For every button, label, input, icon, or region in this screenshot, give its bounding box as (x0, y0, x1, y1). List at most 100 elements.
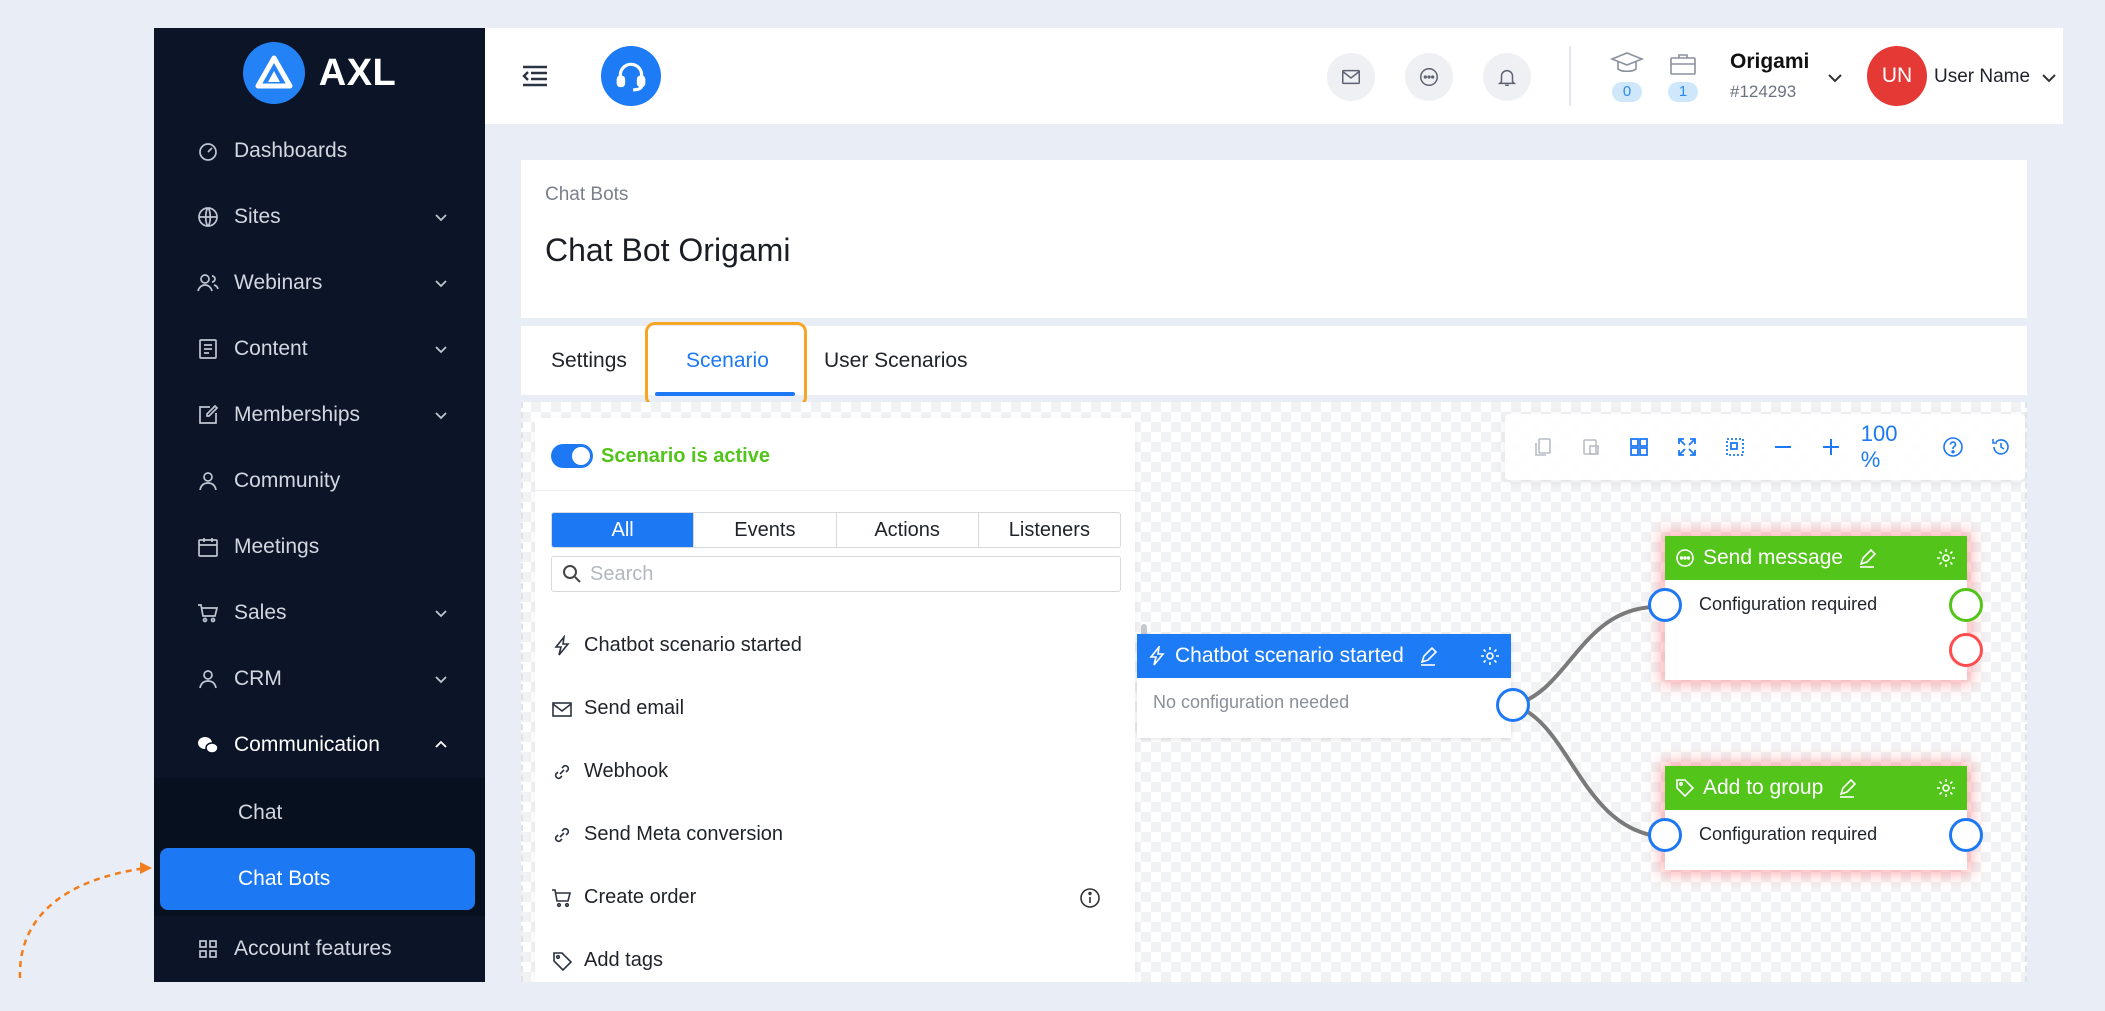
chat-bubble-icon[interactable] (1405, 53, 1453, 101)
sidebar-item-chat-bots[interactable]: Chat Bots (160, 848, 475, 910)
toggle-label: Scenario is active (601, 444, 770, 467)
sidebar-item-sites[interactable]: Sites (154, 184, 485, 250)
tab-settings[interactable]: Settings (551, 326, 627, 396)
breadcrumb[interactable]: Chat Bots (545, 184, 628, 206)
scenario-active-toggle[interactable] (551, 444, 593, 468)
search-input[interactable] (590, 562, 1120, 586)
sidebar-item-label: Content (234, 337, 308, 360)
sidebar-item-community[interactable]: Community (154, 448, 485, 514)
node-header: Add to group (1665, 766, 1967, 810)
history-icon[interactable] (1977, 423, 2025, 471)
edit-icon[interactable] (1857, 548, 1877, 568)
membership-icon (196, 403, 220, 427)
node-output-port[interactable] (1496, 688, 1530, 722)
elements-panel: Scenario is active All Events Actions Li… (535, 418, 1147, 982)
edit-icon[interactable] (1418, 646, 1438, 666)
logo-icon (242, 42, 305, 104)
paste-icon[interactable] (1567, 423, 1615, 471)
filter-listeners[interactable]: Listeners (979, 513, 1120, 547)
search-icon (562, 564, 582, 584)
select-area-icon[interactable] (1711, 423, 1759, 471)
sidebar-item-label: Sites (234, 205, 281, 228)
account-name: Origami (1730, 50, 1810, 73)
connection-line (1512, 703, 1666, 839)
copy-icon[interactable] (1519, 423, 1567, 471)
tab-highlight-outline (645, 322, 807, 407)
filter-events[interactable]: Events (694, 513, 837, 547)
connection-line (1512, 604, 1666, 707)
divider (535, 490, 1135, 491)
avatar[interactable]: UN (1867, 46, 1927, 106)
user-name[interactable]: User Name (1934, 66, 2030, 88)
list-item[interactable]: Chatbot scenario started (551, 614, 1111, 677)
wechat-icon (196, 733, 220, 757)
list-item[interactable]: Send email (551, 677, 1111, 740)
link-icon (551, 761, 573, 783)
zoom-in-icon[interactable] (1807, 423, 1855, 471)
node-failure-port[interactable] (1949, 633, 1983, 667)
chevron-down-icon[interactable] (2039, 68, 2059, 88)
node-success-port[interactable] (1949, 588, 1983, 622)
collapse-menu-icon[interactable] (519, 60, 551, 92)
briefcase-icon (1666, 50, 1700, 78)
node-input-port[interactable] (1648, 818, 1682, 852)
sidebar-item-communication[interactable]: Communication (154, 712, 485, 778)
list-item[interactable]: Create order (551, 866, 1111, 929)
education-stat[interactable]: 0 (1607, 50, 1647, 102)
gear-icon[interactable] (1479, 645, 1501, 667)
scenario-canvas[interactable]: Scenario is active All Events Actions Li… (521, 402, 2027, 982)
node-chatbot-scenario-started[interactable]: Chatbot scenario started No configuratio… (1137, 634, 1511, 738)
account-switcher[interactable]: Origami #124293 (1730, 50, 1809, 102)
sidebar-item-chat[interactable]: Chat (160, 780, 475, 846)
list-item-label: Send email (584, 697, 685, 719)
list-item[interactable]: Add tags (551, 929, 1111, 982)
divider (1569, 46, 1571, 106)
sidebar-item-memberships[interactable]: Memberships (154, 382, 485, 448)
gear-icon[interactable] (1935, 777, 1957, 799)
sidebar-item-label: Meetings (234, 535, 320, 558)
sidebar-item-dashboards[interactable]: Dashboards (154, 118, 485, 184)
list-item-label: Chatbot scenario started (584, 634, 802, 656)
support-headset-button[interactable] (601, 46, 661, 106)
node-body: No configuration needed (1153, 692, 1350, 712)
mail-icon[interactable] (1327, 53, 1375, 101)
sidebar-item-account-features[interactable]: Account features (154, 916, 485, 982)
cases-stat[interactable]: 1 (1663, 50, 1703, 102)
mail-icon (551, 698, 573, 720)
sidebar-item-label: Communication (234, 733, 380, 756)
node-output-port[interactable] (1949, 818, 1983, 852)
node-add-to-group[interactable]: Add to group Configuration required (1665, 766, 1967, 870)
sidebar-item-webinars[interactable]: Webinars (154, 250, 485, 316)
list-item-label: Create order (584, 886, 697, 908)
brand-logo[interactable]: AXL (154, 28, 485, 118)
help-icon[interactable] (1929, 423, 1977, 471)
zoom-level: 100 % (1860, 421, 1898, 472)
fit-screen-icon[interactable] (1663, 423, 1711, 471)
filter-actions[interactable]: Actions (837, 513, 979, 547)
auto-layout-icon[interactable] (1615, 423, 1663, 471)
zoom-out-icon[interactable] (1759, 423, 1807, 471)
sidebar-item-crm[interactable]: CRM (154, 646, 485, 712)
canvas-toolbar: 100 % (1505, 414, 2025, 480)
graduation-cap-icon (1610, 50, 1644, 78)
node-input-port[interactable] (1648, 588, 1682, 622)
education-count-badge: 0 (1612, 82, 1642, 102)
filter-all[interactable]: All (552, 513, 695, 547)
topbar: 0 1 Origami #124293 UN User Name (485, 28, 2063, 124)
list-item[interactable]: Webhook (551, 740, 1111, 803)
community-icon (196, 469, 220, 493)
tab-user-scenarios[interactable]: User Scenarios (824, 326, 968, 396)
sidebar-item-sales[interactable]: Sales (154, 580, 485, 646)
list-item[interactable]: Send Meta conversion (551, 803, 1111, 866)
sidebar-item-content[interactable]: Content (154, 316, 485, 382)
bell-icon[interactable] (1483, 53, 1531, 101)
chevron-down-icon[interactable] (1825, 68, 1845, 88)
cart-icon (551, 887, 573, 909)
sidebar-item-meetings[interactable]: Meetings (154, 514, 485, 580)
edit-icon[interactable] (1837, 778, 1857, 798)
scenario-active-toggle-row[interactable]: Scenario is active (551, 444, 770, 468)
node-send-message[interactable]: Send message Configuration required (1665, 536, 1967, 680)
gear-icon[interactable] (1935, 547, 1957, 569)
node-title: Send message (1703, 546, 1844, 569)
info-icon[interactable] (1079, 887, 1101, 909)
